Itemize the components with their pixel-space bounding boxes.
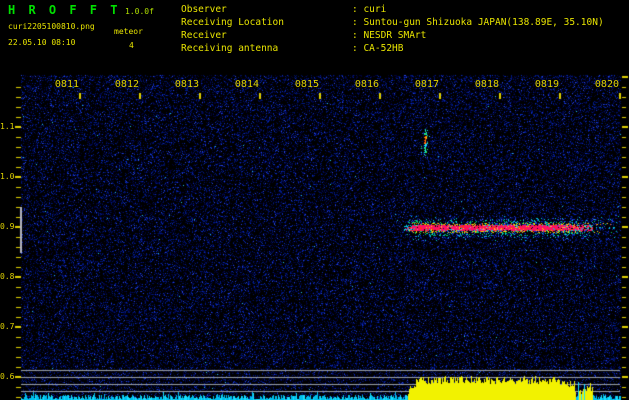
- station-info-row: Observer : curi: [181, 3, 604, 16]
- station-info-row: Receiving Location : Suntou-gun Shizuoka …: [181, 16, 604, 29]
- info-label: Receiver: [181, 30, 227, 41]
- x-axis-label: 0816: [354, 79, 379, 90]
- x-axis-label: 0818: [474, 79, 499, 90]
- x-axis-label: 0813: [174, 79, 199, 90]
- meteor-count-label: meteor: [114, 27, 143, 36]
- x-axis-label: 0815: [294, 79, 319, 90]
- info-value: : CA-52HB: [352, 43, 404, 54]
- info-label: Receiving antenna: [181, 43, 279, 54]
- app-version: 1.0.0f: [125, 7, 154, 16]
- app-title: H R O F F T: [8, 3, 121, 17]
- y-axis-label: 0.7: [0, 322, 15, 331]
- x-axis-label: 0817: [414, 79, 439, 90]
- info-value: : NESDR SMArt: [352, 30, 427, 41]
- info-label: Observer: [181, 4, 227, 15]
- x-axis-label: 0811: [54, 79, 79, 90]
- info-value: : curi: [352, 4, 387, 15]
- output-filename: curi2205100810.png: [8, 22, 95, 31]
- station-info-row: Receiving antenna : CA-52HB: [181, 42, 604, 55]
- station-info: Observer : curi Receiving Location : Suntou…: [181, 3, 604, 55]
- x-axis-label: 0814: [234, 79, 259, 90]
- y-axis-label: 0.9: [0, 222, 15, 231]
- x-axis-label: 0820: [594, 79, 619, 90]
- station-info-row: Receiver : NESDR SMArt: [181, 29, 604, 42]
- hrofft-window: H R O F F T 1.0.0f curi2205100810.png me…: [0, 0, 629, 400]
- x-axis-label: 0819: [534, 79, 559, 90]
- y-axis-unit: kHz: [1, 75, 18, 85]
- y-axis-label: 0.6: [0, 372, 15, 381]
- observation-datetime: 22.05.10 08:10: [8, 38, 76, 47]
- info-value: : Suntou-gun Shizuoka JAPAN(138.89E, 35.…: [352, 17, 604, 28]
- y-axis-label: 1.1: [0, 122, 15, 131]
- y-axis-label: 1.0: [0, 172, 15, 181]
- x-axis-label: 0812: [114, 79, 139, 90]
- info-label: Receiving Location: [181, 17, 284, 28]
- spectrogram-canvas: [0, 0, 629, 400]
- y-axis-label: 0.8: [0, 272, 15, 281]
- meteor-count-value: 4: [129, 41, 134, 50]
